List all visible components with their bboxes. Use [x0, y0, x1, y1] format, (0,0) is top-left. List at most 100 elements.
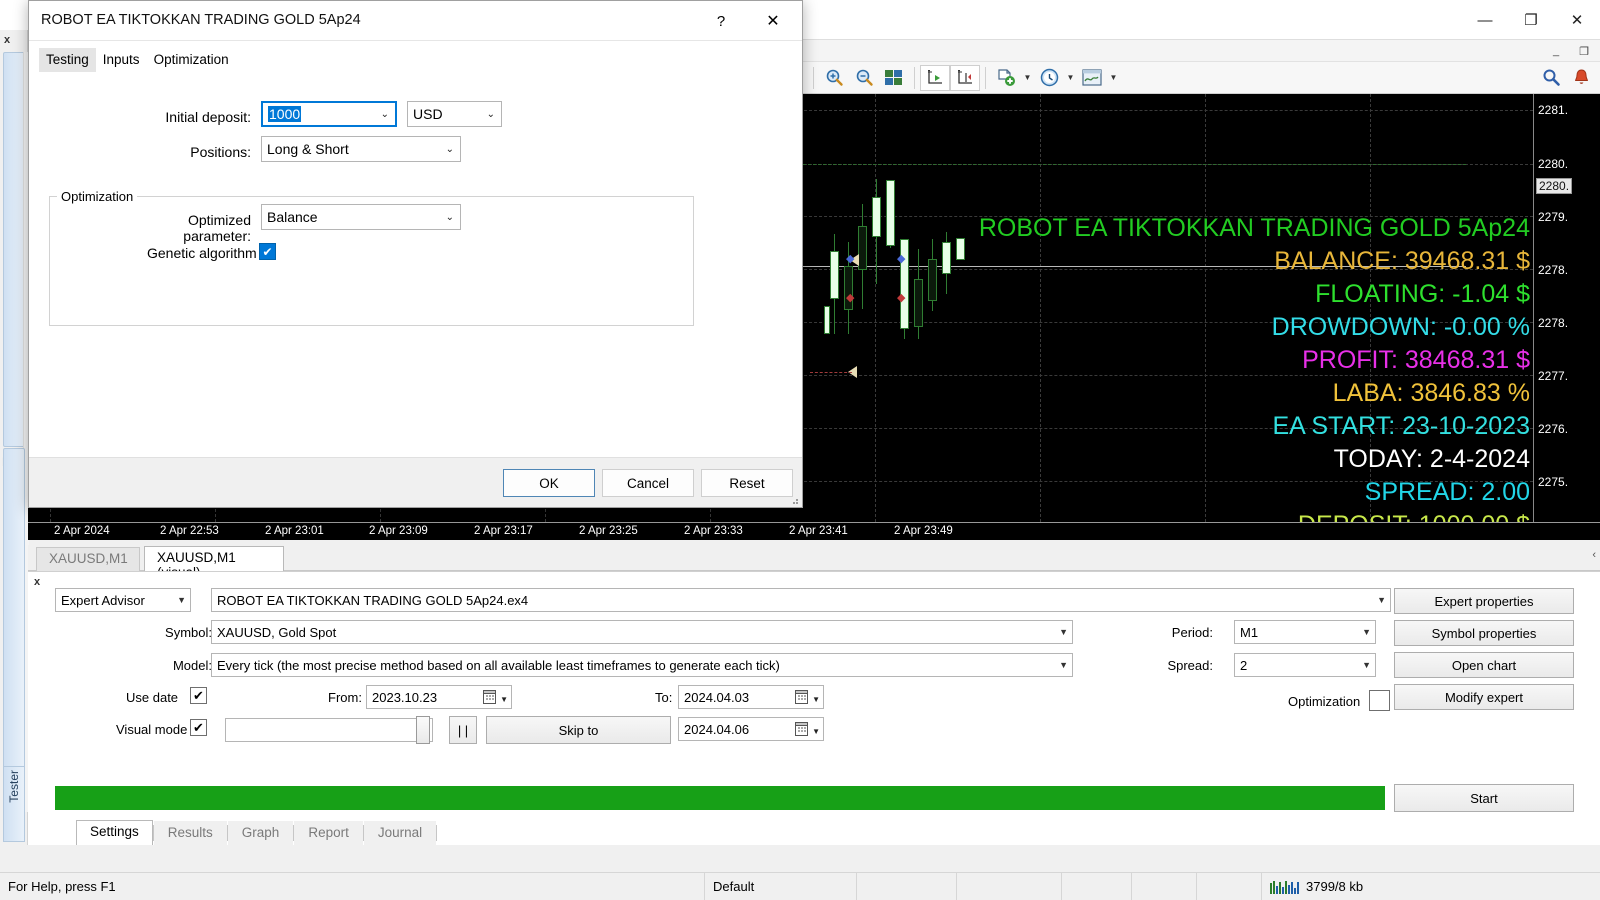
ea-line-title: ROBOT EA TIKTOKKAN TRADING GOLD 5Ap24 — [978, 214, 1530, 242]
ea-line-ea-start: EA START: 23-10-2023 — [1272, 412, 1530, 440]
tab-results[interactable]: Results — [153, 821, 227, 845]
positions-combo[interactable]: Long & Short ⌄ — [261, 136, 461, 162]
ea-line-drawdown: DROWDOWN: -0.00 % — [1271, 313, 1530, 341]
pause-button[interactable]: | | — [449, 716, 477, 744]
currency-combo[interactable]: USD ⌄ — [407, 101, 502, 127]
chevron-down-icon: ⌄ — [486, 108, 495, 120]
dialog-tab-testing[interactable]: Testing — [39, 48, 96, 72]
visual-speed-slider[interactable] — [225, 716, 433, 744]
time-tick-label: 2 Apr 2024 — [54, 525, 110, 537]
period-dropdown-icon[interactable]: ▼ — [1064, 65, 1077, 91]
reset-label: Reset — [729, 475, 765, 491]
status-segment — [1132, 872, 1197, 900]
optimization-label: Optimization — [1288, 694, 1361, 709]
optimized-parameter-combo[interactable]: Balance ⌄ — [261, 204, 461, 230]
open-chart-button[interactable]: Open chart — [1394, 652, 1574, 678]
period-combo[interactable]: M1 ▼ — [1234, 620, 1376, 644]
time-tick-label: 2 Apr 23:17 — [474, 525, 533, 537]
dialog-help-button[interactable]: ? — [698, 1, 744, 41]
tab-journal[interactable]: Journal — [363, 821, 437, 845]
tester-close-button[interactable]: x — [34, 576, 40, 588]
period-clock-icon[interactable] — [1034, 65, 1064, 91]
dialog-tab-inputs[interactable]: Inputs — [96, 48, 147, 72]
start-button[interactable]: Start — [1394, 784, 1574, 812]
model-label: Model: — [172, 658, 212, 673]
expert-properties-button[interactable]: Expert properties — [1394, 588, 1574, 614]
close-window-button[interactable]: ✕ — [1554, 0, 1600, 40]
from-date-field[interactable]: 2023.10.23 ▼ — [366, 685, 512, 709]
symbol-properties-button[interactable]: Symbol properties — [1394, 620, 1574, 646]
new-object-dropdown-icon[interactable]: ▼ — [1021, 65, 1034, 91]
to-date-value: 2024.04.03 — [684, 689, 750, 705]
positions-value: Long & Short — [267, 141, 349, 157]
maximize-restore-button[interactable]: ❐ — [1508, 0, 1554, 40]
search-icon[interactable] — [1536, 65, 1566, 91]
chevron-down-icon: ▼ — [1362, 627, 1371, 637]
left-dock-close-button[interactable]: x — [4, 34, 10, 46]
expert-file-combo[interactable]: ROBOT EA TIKTOKKAN TRADING GOLD 5Ap24.ex… — [211, 588, 1391, 612]
auto-scroll-icon[interactable] — [950, 64, 980, 91]
alert-bell-icon[interactable] — [1566, 65, 1596, 91]
dialog-title: ROBOT EA TIKTOKKAN TRADING GOLD 5Ap24 — [41, 12, 361, 28]
resize-grip-icon[interactable] — [789, 495, 799, 505]
expert-properties-dialog: ROBOT EA TIKTOKKAN TRADING GOLD 5Ap24 ? … — [28, 0, 803, 508]
price-axis[interactable]: 2281. 2280. 2280. 2279. 2278. 2278. 2277… — [1533, 94, 1600, 522]
zoom-out-icon[interactable] — [849, 65, 879, 91]
model-value: Every tick (the most precise method base… — [217, 657, 780, 673]
zoom-in-icon[interactable] — [819, 65, 849, 91]
optimization-group-label: Optimization — [57, 189, 138, 204]
minimize-button[interactable]: — — [1462, 0, 1508, 40]
visual-mode-checkbox[interactable]: ✔ — [190, 719, 207, 736]
templates-icon[interactable] — [1077, 65, 1107, 91]
spread-combo[interactable]: 2 ▼ — [1234, 653, 1376, 677]
tab-settings[interactable]: Settings — [76, 820, 153, 845]
pause-icon: | | — [457, 722, 469, 738]
skip-to-date-field[interactable]: 2024.04.06 ▼ — [678, 717, 824, 741]
tester-dock-tab[interactable]: Tester — [3, 766, 25, 842]
cancel-button[interactable]: Cancel — [602, 469, 694, 497]
mdi-minimize-button[interactable]: _ — [1542, 40, 1570, 62]
network-bars-icon — [1270, 880, 1299, 894]
tab-graph[interactable]: Graph — [227, 821, 294, 845]
skip-to-button[interactable]: Skip to — [486, 716, 671, 744]
chart-shift-icon[interactable] — [920, 64, 950, 91]
terminal-dock-tab[interactable]: Tester — [3, 448, 25, 818]
mdi-restore-button[interactable]: ❐ — [1570, 40, 1598, 62]
tab-report[interactable]: Report — [294, 821, 363, 845]
chevron-down-icon[interactable]: ▼ — [812, 695, 820, 704]
dialog-close-button[interactable]: ✕ — [750, 1, 796, 41]
ea-line-balance: BALANCE: 39468.31 $ — [1274, 247, 1530, 275]
reset-button[interactable]: Reset — [701, 469, 793, 497]
dialog-tab-strip: Testing Inputs Optimization — [39, 48, 236, 72]
chart-tabs-scroll-icon[interactable]: ‹ — [1592, 549, 1596, 561]
modify-expert-button[interactable]: Modify expert — [1394, 684, 1574, 710]
symbol-combo[interactable]: XAUUSD, Gold Spot ▼ — [211, 620, 1073, 644]
genetic-algorithm-checkbox[interactable]: ✔ — [259, 243, 276, 260]
tile-windows-icon[interactable] — [879, 65, 909, 91]
optimization-checkbox[interactable] — [1369, 690, 1390, 711]
model-combo[interactable]: Every tick (the most precise method base… — [211, 653, 1073, 677]
templates-dropdown-icon[interactable]: ▼ — [1107, 65, 1120, 91]
start-label: Start — [1470, 790, 1498, 806]
visual-speed-slider-thumb[interactable] — [416, 716, 430, 744]
time-tick-label: 2 Apr 23:01 — [265, 525, 324, 537]
chart-tab-xauusd-m1[interactable]: XAUUSD,M1 — [36, 547, 140, 571]
checkmark-icon: ✔ — [262, 244, 273, 259]
initial-deposit-combo[interactable]: 1000 ⌄ — [261, 101, 397, 127]
chevron-down-icon[interactable]: ▼ — [812, 727, 820, 736]
chart-tab-xauusd-m1-visual[interactable]: XAUUSD,M1 (visual) — [144, 546, 284, 580]
ok-button[interactable]: OK — [503, 469, 595, 497]
dialog-tab-optimization[interactable]: Optimization — [147, 48, 236, 72]
expert-type-combo[interactable]: Expert Advisor ▼ — [55, 588, 191, 612]
to-date-field[interactable]: 2024.04.03 ▼ — [678, 685, 824, 709]
skip-to-date-value: 2024.04.06 — [684, 721, 750, 737]
tester-tab-strip: Settings Results Graph Report Journal — [76, 819, 438, 845]
navigator-dock-tab[interactable] — [3, 52, 25, 447]
chevron-down-icon[interactable]: ▼ — [500, 695, 508, 704]
time-axis[interactable]: 2 Apr 2024 2 Apr 22:53 2 Apr 23:01 2 Apr… — [28, 522, 1600, 540]
new-object-icon[interactable] — [991, 65, 1021, 91]
period-value: M1 — [1240, 624, 1259, 640]
checkmark-icon: ✔ — [193, 687, 204, 703]
use-date-checkbox[interactable]: ✔ — [190, 687, 207, 704]
status-segment — [1062, 872, 1132, 900]
